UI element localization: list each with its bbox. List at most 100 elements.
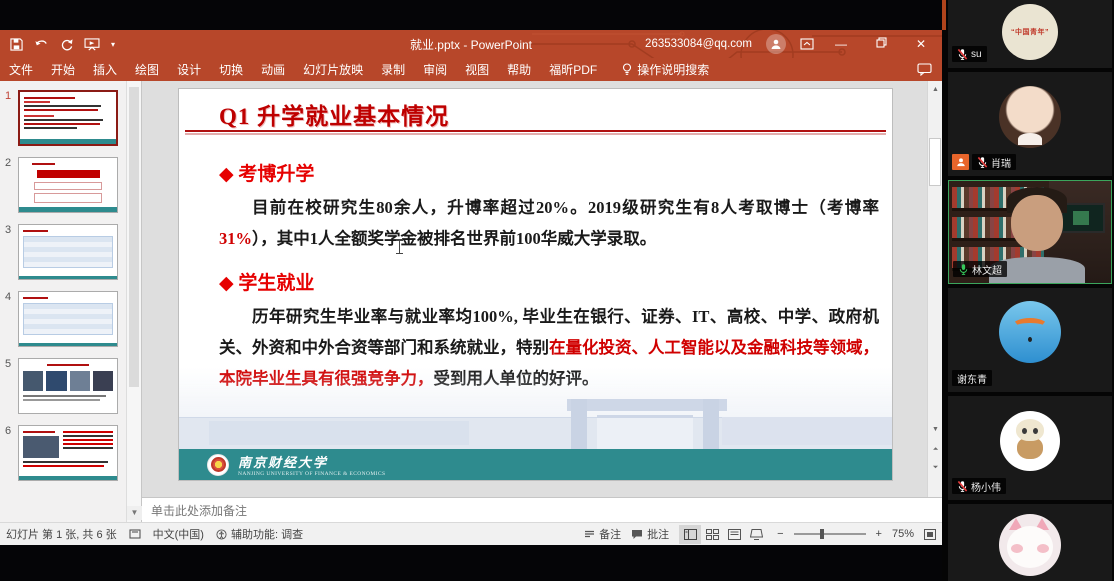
customize-qat-button[interactable]: ▾ xyxy=(111,40,115,49)
previous-slide-button[interactable]: ⏶ xyxy=(928,443,943,456)
slide-thumbnail-3[interactable] xyxy=(18,224,118,280)
reading-view-button[interactable] xyxy=(723,525,745,544)
ribbon-tab-2[interactable]: 插入 xyxy=(84,58,126,81)
language-status[interactable]: 中文(中国) xyxy=(153,526,204,542)
notes-toggle-button[interactable]: 备注 xyxy=(584,526,621,542)
comments-toggle-button[interactable]: 批注 xyxy=(631,526,669,542)
ribbon-tab-1[interactable]: 开始 xyxy=(42,58,84,81)
comment-icon xyxy=(917,63,932,76)
start-slideshow-button[interactable] xyxy=(84,38,100,51)
fit-slide-icon xyxy=(924,529,936,540)
avatar-badge-text: “中国青年” xyxy=(1011,27,1049,37)
quick-access-toolbar: ▾ xyxy=(0,38,115,51)
scroll-down-icon[interactable]: ▼ xyxy=(928,423,943,436)
slideshow-view-button[interactable] xyxy=(745,525,767,544)
slide-thumbnail-5[interactable] xyxy=(18,358,118,414)
restore-button[interactable] xyxy=(868,37,894,51)
slide-title[interactable]: Q1 升学就业基本情况 xyxy=(219,97,449,131)
thumbnail-scrollbar[interactable]: ▼ xyxy=(126,81,141,522)
accessibility-status[interactable]: 辅助功能: 调查 xyxy=(216,526,303,542)
ribbon-tab-bar: 文件开始插入绘图设计切换动画幻灯片放映录制审阅视图帮助福昕PDF 操作说明搜索 xyxy=(0,58,942,81)
ribbon-tab-9[interactable]: 审阅 xyxy=(414,58,456,81)
sidebar-scrollbar-thumb[interactable] xyxy=(942,0,946,30)
ribbon-tab-7[interactable]: 幻灯片放映 xyxy=(294,58,372,81)
slide-number-5: 5 xyxy=(5,358,11,370)
normal-view-button[interactable] xyxy=(679,525,701,544)
sidebar-scrollbar[interactable] xyxy=(942,0,946,581)
slide-number-1: 1 xyxy=(5,90,11,102)
thumbnail-row-1: 1 xyxy=(0,90,142,152)
zoom-slider-thumb[interactable] xyxy=(820,529,824,539)
ribbon-tab-4[interactable]: 设计 xyxy=(168,58,210,81)
participant-name: 林文超 xyxy=(972,262,1002,277)
ribbon-tab-6[interactable]: 动画 xyxy=(252,58,294,81)
avatar xyxy=(999,86,1061,148)
thumbnail-scrollbar-thumb[interactable] xyxy=(129,87,139,387)
slide-thumbnail-2[interactable] xyxy=(18,157,118,213)
account-email[interactable]: 263533084@qq.com xyxy=(645,38,752,50)
section-paragraph-1[interactable]: 目前在校研究生80余人，升博率超过20%。2019级研究生有8人考取博士（考博率… xyxy=(219,192,879,254)
avatar xyxy=(1000,411,1060,471)
save-button[interactable] xyxy=(10,38,23,51)
redo-button[interactable] xyxy=(60,38,73,51)
text-cursor xyxy=(396,239,403,254)
participant-name: 谢东青 xyxy=(957,371,987,386)
section-paragraph-2[interactable]: 历年研究生毕业率与就业率均100%, 毕业生在银行、证券、IT、高校、中学、政府… xyxy=(219,301,879,394)
slide-indicator: 幻灯片 第 1 张, 共 6 张 xyxy=(6,526,117,542)
avatar: “中国青年” xyxy=(1002,4,1058,60)
section-heading-1[interactable]: ◆ 考博升学 xyxy=(219,159,879,186)
slide-sorter-view-button[interactable] xyxy=(701,525,723,544)
undo-button[interactable] xyxy=(34,38,49,50)
slide-thumbnail-1[interactable] xyxy=(18,90,118,146)
minimize-button[interactable]: — xyxy=(828,37,854,51)
account-avatar[interactable] xyxy=(766,34,786,54)
scroll-up-icon[interactable]: ▲ xyxy=(928,83,943,96)
close-button[interactable]: ✕ xyxy=(908,37,934,51)
ribbon-tab-8[interactable]: 录制 xyxy=(372,58,414,81)
participant-tile-2[interactable]: 肖瑞 xyxy=(948,72,1112,176)
thumbnail-scroll-down-icon[interactable]: ▼ xyxy=(127,506,142,520)
current-slide[interactable]: Q1 升学就业基本情况 ◆ 考博升学目前在校研究生80余人，升博率超过20%。2… xyxy=(178,88,893,481)
canvas-scrollbar-thumb[interactable] xyxy=(929,138,941,186)
participant-tile-5[interactable]: 杨小伟 xyxy=(948,396,1112,500)
tell-me-search[interactable]: 操作说明搜索 xyxy=(622,61,709,78)
participant-tile-3[interactable]: 林文超 xyxy=(948,180,1112,284)
zoom-out-button[interactable]: − xyxy=(777,528,783,540)
slide-body[interactable]: ◆ 考博升学目前在校研究生80余人，升博率超过20%。2019级研究生有8人考取… xyxy=(219,145,879,394)
zoom-slider[interactable] xyxy=(794,533,866,535)
zoom-level[interactable]: 75% xyxy=(892,528,914,540)
participant-tile-6[interactable] xyxy=(948,504,1112,581)
slide-thumbnail-6[interactable] xyxy=(18,425,118,481)
participant-tile-1[interactable]: “中国青年” su xyxy=(948,0,1112,68)
comments-button[interactable] xyxy=(917,63,942,76)
participants-sidebar: “中国青年” su 肖瑞林文超谢东青杨小伟 xyxy=(942,0,1114,581)
section-heading-2[interactable]: ◆ 学生就业 xyxy=(219,268,879,295)
ribbon-tab-11[interactable]: 帮助 xyxy=(498,58,540,81)
ribbon-tab-3[interactable]: 绘图 xyxy=(126,58,168,81)
ribbon-tab-file[interactable]: 文件 xyxy=(0,58,42,81)
member-badge-icon xyxy=(952,154,969,170)
text-segment: ），其中1人全额奖学金被排名世界前100华威大学录取。 xyxy=(252,229,656,248)
slide-number-4: 4 xyxy=(5,291,11,303)
notes-pane[interactable]: 单击此处添加备注 xyxy=(142,497,942,522)
mic-muted-icon xyxy=(957,480,968,493)
avatar xyxy=(999,514,1061,576)
university-name-en: NANJING UNIVERSITY OF FINANCE & ECONOMIC… xyxy=(238,471,385,477)
participant-name-label: 林文超 xyxy=(953,261,1007,277)
canvas-scrollbar[interactable]: ▲ ▼ ⏶ ⏷ xyxy=(927,81,942,497)
ribbon-tab-12[interactable]: 福昕PDF xyxy=(540,58,606,81)
ribbon-tab-10[interactable]: 视图 xyxy=(456,58,498,81)
notes-placeholder[interactable]: 单击此处添加备注 xyxy=(142,502,247,519)
participant-tile-4[interactable]: 谢东青 xyxy=(948,288,1112,392)
ribbon-tab-5[interactable]: 切换 xyxy=(210,58,252,81)
participant-name-label: su xyxy=(952,46,987,62)
ribbon-display-options-button[interactable] xyxy=(800,38,814,50)
zoom-in-button[interactable]: + xyxy=(876,528,882,540)
fit-to-window-button[interactable] xyxy=(924,529,936,540)
display-settings-icon[interactable] xyxy=(129,529,141,540)
university-name-cn: 南京财经大学 xyxy=(238,452,385,471)
slide-thumbnail-4[interactable] xyxy=(18,291,118,347)
title-bar: ▾ 就业.pptx - PowerPoint 263533084@qq.com … xyxy=(0,30,942,58)
next-slide-button[interactable]: ⏷ xyxy=(928,461,943,474)
thumbnail-row-5: 5 xyxy=(0,358,142,420)
